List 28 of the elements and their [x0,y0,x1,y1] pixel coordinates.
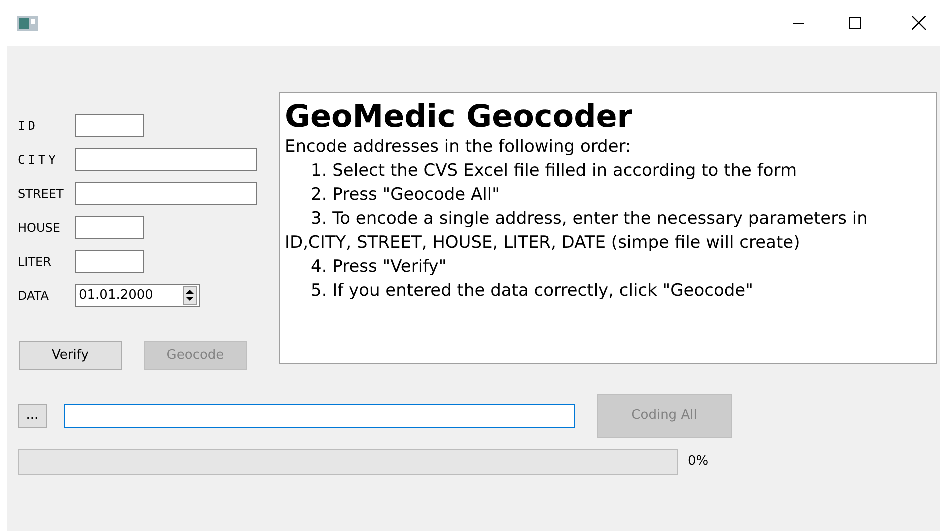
minimize-icon[interactable] [793,22,804,24]
step-text: 4. Press "Verify" [310,256,448,279]
field-label: LITER [18,254,52,270]
browse-button[interactable]: ... [18,404,47,428]
field-label: ID [18,118,40,134]
panel-title: GeoMedic Geocoder [285,99,634,135]
text-field[interactable] [75,250,144,273]
text-field[interactable] [75,148,257,171]
field-label: DATA [18,288,50,304]
step-text: 1. Select the CVS Excel file filled in according to the form [310,160,798,183]
progress-reading: 0% [688,453,709,472]
intro-text: Encode addresses in the following order: [285,136,632,159]
text-field[interactable] [75,114,144,137]
step-text: 3. To encode a single address, enter the necessary parameters in ID,CITY, STREET, HOUSE, LITER, DATE (simpe file will create) [285,208,869,255]
field-label: STREET [18,186,65,202]
action-button[interactable]: Verify [19,341,122,370]
spin-arrows-icon[interactable] [183,286,197,305]
field-label: HOUSE [18,220,62,236]
text-field[interactable] [75,182,257,205]
maximize-icon[interactable] [849,17,861,29]
step-text: 2. Press "Geocode All" [310,184,501,207]
field-label: CITY [18,152,60,168]
app-icon [17,16,38,30]
date-field[interactable]: 01.01.2000 [75,284,200,307]
step-text: 5. If you entered the data correctly, click "Geocode" [310,280,754,303]
text-field[interactable] [75,216,144,239]
file-path-field[interactable] [64,404,575,428]
close-icon[interactable] [912,16,926,30]
